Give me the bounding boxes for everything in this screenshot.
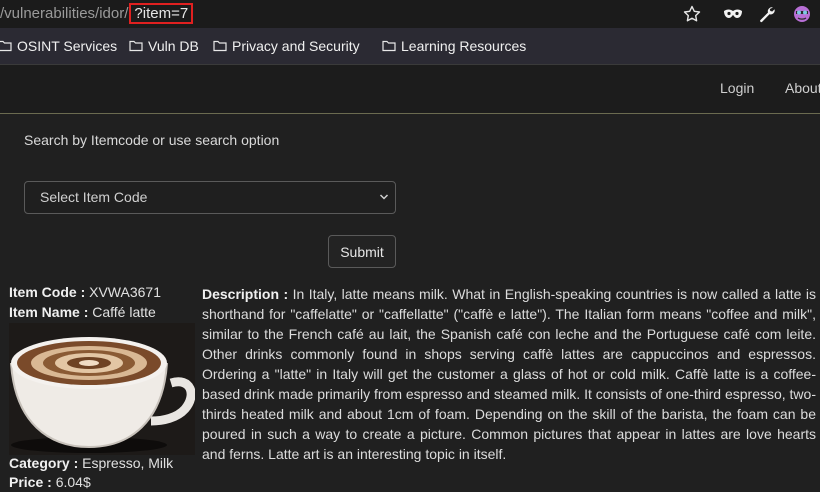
search-instructions: Search by Itemcode or use search option	[24, 132, 280, 148]
url-path: /vulnerabilities/idor/	[0, 5, 129, 22]
item-code-select[interactable]: Select Item Code	[24, 181, 396, 214]
bookmark-label: Learning Resources	[401, 38, 527, 54]
item-category-line: Category : Espresso, Milk	[9, 455, 173, 471]
item-name-label: Item Name :	[9, 304, 89, 320]
item-price-label: Price :	[9, 474, 52, 490]
item-code-line: Item Code : XVWA3671	[9, 284, 161, 300]
description-label: Description :	[202, 286, 289, 302]
item-category-label: Category :	[9, 455, 79, 471]
item-price-value: 6.04$	[51, 474, 91, 490]
bookmark-star-icon[interactable]	[678, 0, 706, 28]
select-value: Select Item Code	[40, 189, 148, 205]
wrench-icon[interactable]	[753, 0, 781, 28]
url-text[interactable]: /vulnerabilities/idor/?item=7	[0, 3, 194, 24]
folder-icon	[213, 40, 227, 52]
item-category-value: Espresso, Milk	[78, 455, 174, 471]
browser-url-bar[interactable]: /vulnerabilities/idor/?item=7	[0, 0, 820, 28]
nav-login-link[interactable]: Login	[720, 65, 754, 113]
item-description: Description : In Italy, latte means milk…	[202, 284, 816, 464]
submit-button[interactable]: Submit	[328, 235, 396, 268]
url-query-highlight: ?item=7	[129, 3, 194, 24]
folder-icon	[0, 40, 12, 52]
private-mask-icon[interactable]	[718, 0, 748, 28]
folder-icon	[129, 40, 143, 52]
bookmark-folder-privacy[interactable]: Privacy and Security	[213, 28, 360, 64]
bookmark-folder-vuln-db[interactable]: Vuln DB	[129, 28, 199, 64]
bookmark-label: OSINT Services	[17, 38, 118, 54]
extension-avatar-icon[interactable]	[788, 0, 816, 28]
bookmark-label: Vuln DB	[148, 38, 199, 54]
description-text: In Italy, latte means milk. What in Engl…	[202, 286, 816, 462]
nav-about-link[interactable]: About	[785, 65, 820, 113]
bookmark-folder-learning[interactable]: Learning Resources	[382, 28, 526, 64]
item-name-line: Item Name : Caffé latte	[9, 304, 156, 320]
bookmarks-bar: OSINT Services Vuln DB Privacy and Secur…	[0, 28, 820, 65]
site-navbar: Login About	[0, 65, 820, 114]
main-content: Search by Itemcode or use search option …	[0, 114, 820, 492]
item-price-line: Price : 6.04$	[9, 474, 91, 490]
item-code-label: Item Code :	[9, 284, 86, 300]
item-name-value: Caffé latte	[88, 304, 156, 320]
bookmark-label: Privacy and Security	[232, 38, 360, 54]
bookmark-folder-osint[interactable]: OSINT Services	[0, 28, 117, 64]
item-product-image	[9, 323, 195, 455]
chevron-down-icon	[379, 194, 389, 200]
folder-icon	[382, 40, 396, 52]
item-code-value: XVWA3671	[85, 284, 161, 300]
